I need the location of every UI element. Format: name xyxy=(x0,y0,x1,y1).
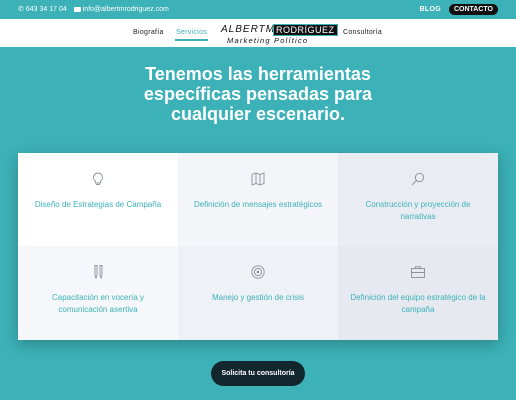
service-label: Manejo y gestión de crisis xyxy=(211,293,305,302)
request-consultation-button[interactable]: Solicita tu consultoría xyxy=(211,361,305,386)
service-card[interactable]: Capacitación en vocería y comunicación a… xyxy=(18,246,178,340)
email-address: info@albertmrodriguez.com xyxy=(82,5,169,13)
site-logo[interactable]: ALBERTM RODRÍGUEZ Marketing Político xyxy=(221,24,338,46)
active-nav-underline xyxy=(175,39,208,41)
magnifier-icon xyxy=(411,172,425,186)
phone-number: 643 34 17 04 xyxy=(25,5,67,13)
service-card[interactable]: Diseño de Estrategias de Campaña xyxy=(18,153,178,246)
top-bar: ✆ 643 34 17 04 info@albertmrodriguez.com … xyxy=(0,0,516,19)
service-label: Capacitación en vocería y comunicación a… xyxy=(51,293,145,314)
hero-heading: Tenemos las herramientas específicas pen… xyxy=(0,64,516,124)
service-card[interactable]: Manejo y gestión de crisis xyxy=(178,246,338,340)
service-card[interactable]: Definición de mensajes estratégicos xyxy=(178,153,338,246)
logo-name-last: RODRÍGUEZ xyxy=(273,24,338,36)
email-link[interactable]: info@albertmrodriguez.com xyxy=(73,5,169,13)
mail-icon xyxy=(73,6,81,12)
service-label: Definición de mensajes estratégicos xyxy=(193,200,323,209)
target-icon xyxy=(251,265,265,279)
phone-link[interactable]: ✆ 643 34 17 04 xyxy=(18,5,67,14)
map-icon xyxy=(251,172,265,186)
nav-item-consultoria[interactable]: Consultoría xyxy=(343,29,382,36)
blog-link[interactable]: BLOG xyxy=(420,6,441,13)
contact-info: ✆ 643 34 17 04 info@albertmrodriguez.com xyxy=(18,5,169,14)
service-card[interactable]: Definición del equipo estratégico de la … xyxy=(338,246,498,340)
service-label: Construcción y proyección de narrativas xyxy=(365,200,471,221)
service-label: Diseño de Estrategias de Campaña xyxy=(34,200,162,209)
services-grid: Diseño de Estrategias de Campaña Definic… xyxy=(18,153,498,340)
nav-item-servicios[interactable]: Servicios xyxy=(176,29,207,36)
briefcase-icon xyxy=(411,266,425,278)
logo-name-first: ALBERTM xyxy=(221,24,276,35)
hero-line: Tenemos las herramientas xyxy=(145,64,371,84)
contact-button[interactable]: CONTACTO xyxy=(448,4,498,15)
logo-tagline: Marketing Político xyxy=(227,36,309,45)
main-nav: Biografía Servicios ALBERTM RODRÍGUEZ Ma… xyxy=(0,19,516,47)
pencil-icon xyxy=(94,265,103,280)
hero-line: específicas pensadas para xyxy=(143,84,373,104)
hero-line: cualquier escenario. xyxy=(170,104,346,124)
nav-item-biografia[interactable]: Biografía xyxy=(133,29,164,36)
service-card[interactable]: Construcción y proyección de narrativas xyxy=(338,153,498,246)
phone-icon: ✆ xyxy=(18,6,24,13)
service-label: Definición del equipo estratégico de la … xyxy=(350,293,486,314)
lightbulb-icon xyxy=(93,172,103,185)
